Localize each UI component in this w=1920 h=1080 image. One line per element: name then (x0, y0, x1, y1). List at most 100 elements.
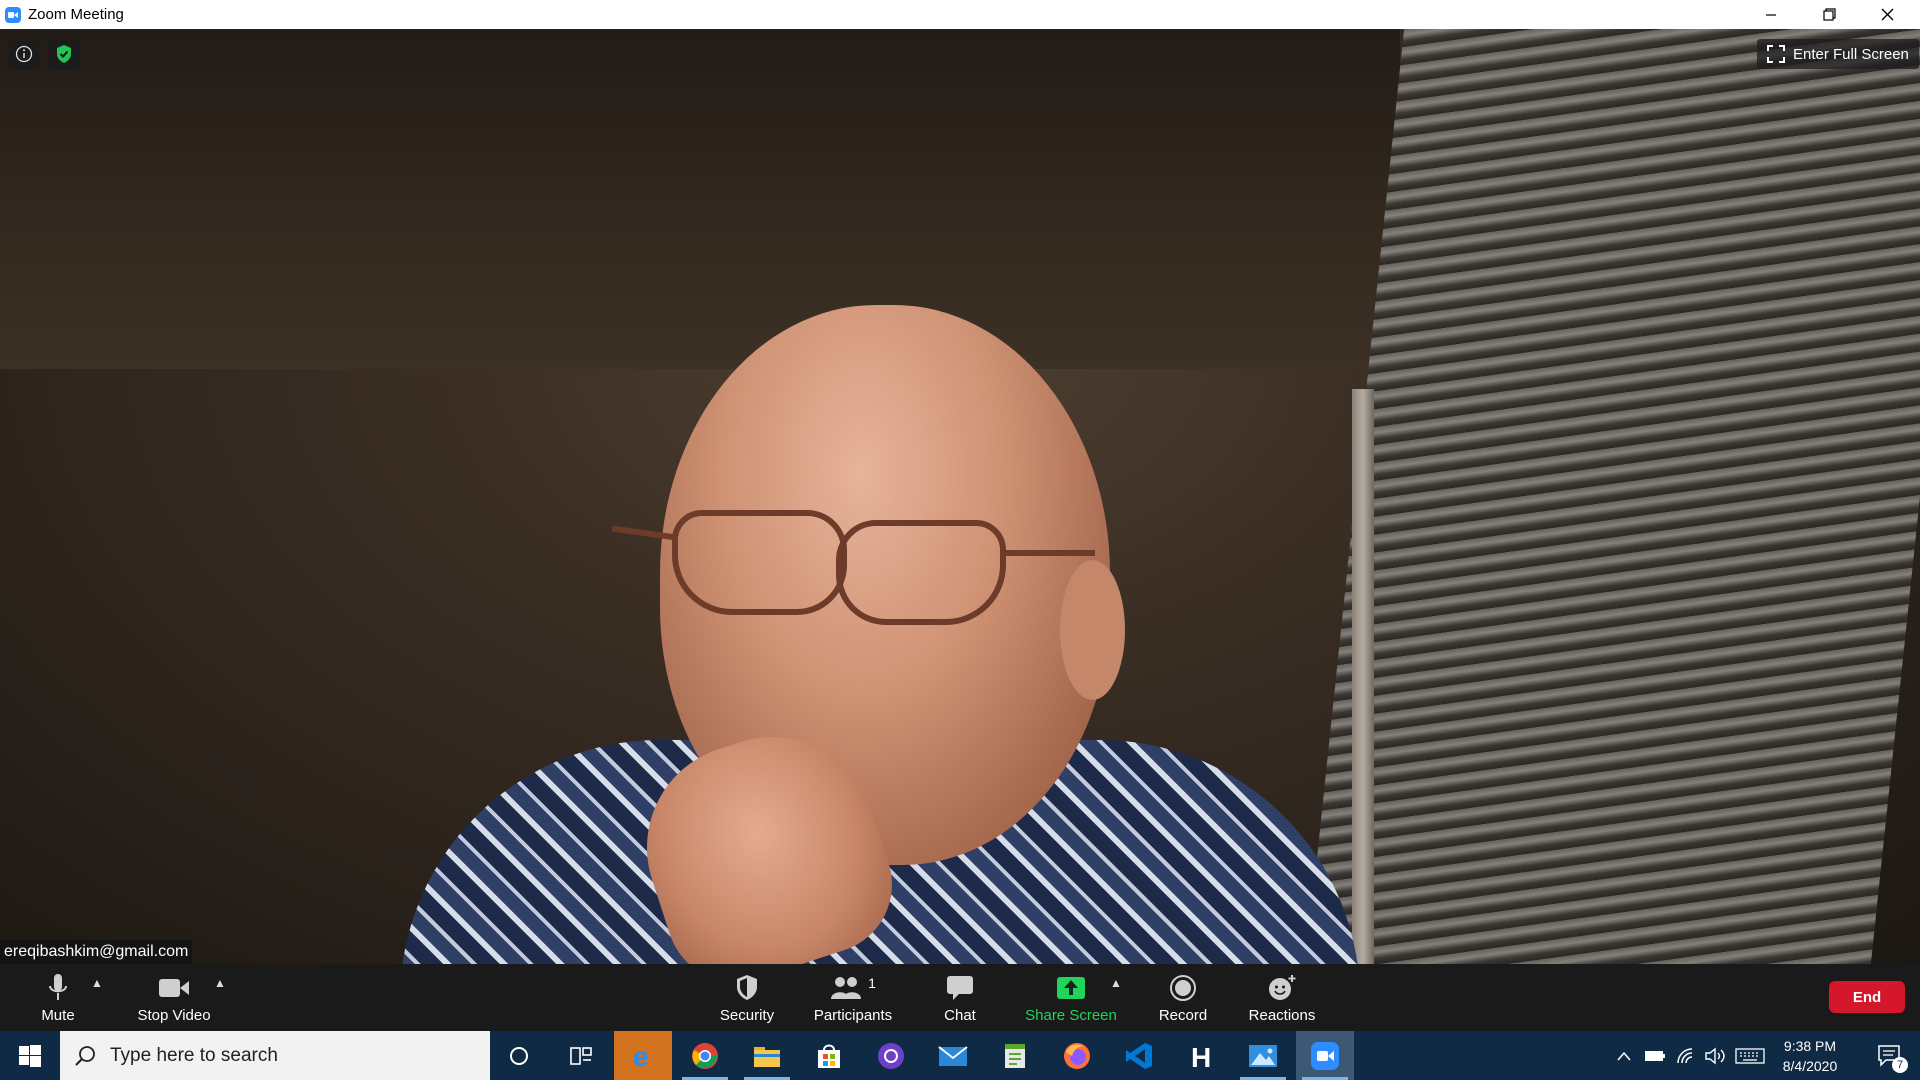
keyboard-tray-button[interactable] (1733, 1031, 1767, 1080)
taskbar-chrome[interactable] (676, 1031, 734, 1080)
video-background (0, 29, 1400, 369)
mute-button[interactable]: Mute (28, 964, 88, 1031)
taskbar-h-app[interactable]: H (1172, 1031, 1230, 1080)
end-meeting-button[interactable]: End (1829, 981, 1905, 1013)
window-title: Zoom Meeting (28, 6, 124, 23)
security-button[interactable]: Security (710, 964, 784, 1031)
store-icon (818, 1044, 840, 1068)
record-label: Record (1158, 1007, 1208, 1024)
video-options-chevron-up-icon[interactable]: ▲ (214, 976, 226, 990)
microphone-icon (47, 971, 69, 1005)
stop-video-label: Stop Video (137, 1007, 211, 1024)
volume-tray-button[interactable] (1703, 1031, 1729, 1080)
taskbar-search-box[interactable]: Type here to search (60, 1031, 490, 1080)
wifi-icon (1677, 1047, 1693, 1063)
battery-icon (1645, 1050, 1665, 1061)
participants-label: Participants (813, 1007, 893, 1024)
wifi-tray-button[interactable] (1673, 1031, 1699, 1080)
chat-bubble-icon (946, 971, 974, 1005)
taskbar-vscode[interactable] (1110, 1031, 1168, 1080)
search-placeholder: Type here to search (110, 1044, 278, 1066)
meeting-info-button[interactable] (9, 39, 39, 69)
participant-ear (1060, 560, 1125, 700)
task-view-button[interactable] (552, 1031, 610, 1080)
fullscreen-label: Enter Full Screen (1793, 45, 1909, 63)
show-hidden-icons-button[interactable] (1612, 1031, 1636, 1080)
task-view-icon (570, 1046, 592, 1065)
fullscreen-icon (1767, 45, 1785, 63)
chat-button[interactable]: Chat (930, 964, 990, 1031)
participants-button[interactable]: 1 Participants (808, 964, 898, 1031)
taskbar-edge[interactable]: e (614, 1031, 672, 1080)
mute-label: Mute (41, 1007, 75, 1024)
glasses-lens-left (672, 510, 847, 615)
edge-icon: e (633, 1042, 649, 1070)
taskbar-clock[interactable]: 9:38 PM 8/4/2020 (1770, 1031, 1850, 1080)
chat-label: Chat (944, 1007, 976, 1024)
battery-tray-button[interactable] (1642, 1031, 1668, 1080)
zoom-camera-icon (5, 6, 21, 23)
taskbar-mail[interactable] (924, 1031, 982, 1080)
file-explorer-icon (754, 1046, 780, 1067)
info-icon (15, 45, 33, 63)
share-screen-button[interactable]: Share Screen (1020, 964, 1122, 1031)
title-bar: Zoom Meeting (0, 0, 1920, 29)
minimize-button[interactable] (1742, 0, 1800, 29)
glasses-lens-right (836, 520, 1006, 625)
audio-options-chevron-up-icon[interactable]: ▲ (91, 976, 103, 990)
keyboard-icon (1735, 1047, 1765, 1064)
search-icon (75, 1045, 95, 1066)
encryption-button[interactable] (49, 39, 79, 69)
record-button[interactable]: Record (1150, 964, 1216, 1031)
clock-time: 9:38 PM (1783, 1037, 1837, 1054)
video-window-frame (1352, 389, 1374, 964)
taskbar-file-explorer[interactable] (738, 1031, 796, 1080)
video-camera-icon (158, 971, 190, 1005)
taskbar-github[interactable] (862, 1031, 920, 1080)
svg-text:H: H (1191, 1042, 1211, 1070)
meeting-toolbar: Mute Stop Video Security 1 Participants … (0, 964, 1920, 1031)
zoom-icon (1311, 1041, 1339, 1070)
shield-check-icon (57, 45, 71, 63)
restore-button[interactable] (1800, 0, 1858, 29)
video-feed (0, 29, 1920, 964)
h-app-icon: H (1191, 1042, 1211, 1070)
svg-text:e: e (633, 1042, 649, 1070)
cortana-button[interactable] (490, 1031, 548, 1080)
vscode-icon (1126, 1042, 1152, 1069)
speaker-icon (1705, 1047, 1725, 1064)
participants-count: 1 (868, 975, 876, 991)
reactions-smiley-icon (1267, 971, 1297, 1005)
close-button[interactable] (1858, 0, 1916, 29)
taskbar-firefox[interactable] (1048, 1031, 1106, 1080)
cortana-circle-icon (510, 1046, 528, 1065)
taskbar-photos[interactable] (1234, 1031, 1292, 1080)
taskbar-zoom[interactable] (1296, 1031, 1354, 1080)
security-shield-icon (735, 971, 759, 1005)
security-label: Security (719, 1007, 775, 1024)
participants-icon: 1 (830, 971, 876, 1005)
notification-count-badge: 7 (1892, 1057, 1908, 1073)
mail-icon (938, 1045, 968, 1066)
clock-date: 8/4/2020 (1782, 1057, 1838, 1074)
share-screen-label: Share Screen (1025, 1007, 1117, 1024)
notepad-icon (1005, 1043, 1025, 1068)
windows-taskbar: Type here to search e H 9:38 PM 8/4/2020… (0, 1031, 1920, 1080)
taskbar-store[interactable] (800, 1031, 858, 1080)
share-options-chevron-up-icon[interactable]: ▲ (1110, 976, 1122, 990)
photos-icon (1249, 1044, 1277, 1067)
action-center-button[interactable]: 7 (1866, 1031, 1914, 1080)
reactions-button[interactable]: Reactions (1245, 964, 1319, 1031)
chrome-icon (692, 1042, 718, 1069)
chevron-up-icon (1617, 1051, 1631, 1060)
stop-video-button[interactable]: Stop Video (130, 964, 218, 1031)
firefox-icon (1064, 1042, 1090, 1069)
share-screen-icon (1056, 971, 1086, 1005)
enter-full-screen-button[interactable]: Enter Full Screen (1757, 39, 1919, 69)
taskbar-notepad[interactable] (986, 1031, 1044, 1080)
github-icon (878, 1042, 904, 1069)
start-button[interactable] (0, 1031, 60, 1080)
reactions-label: Reactions (1248, 1007, 1316, 1024)
participant-name-label: ereqibashkim@gmail.com (0, 940, 193, 964)
windows-logo-icon (19, 1044, 41, 1067)
